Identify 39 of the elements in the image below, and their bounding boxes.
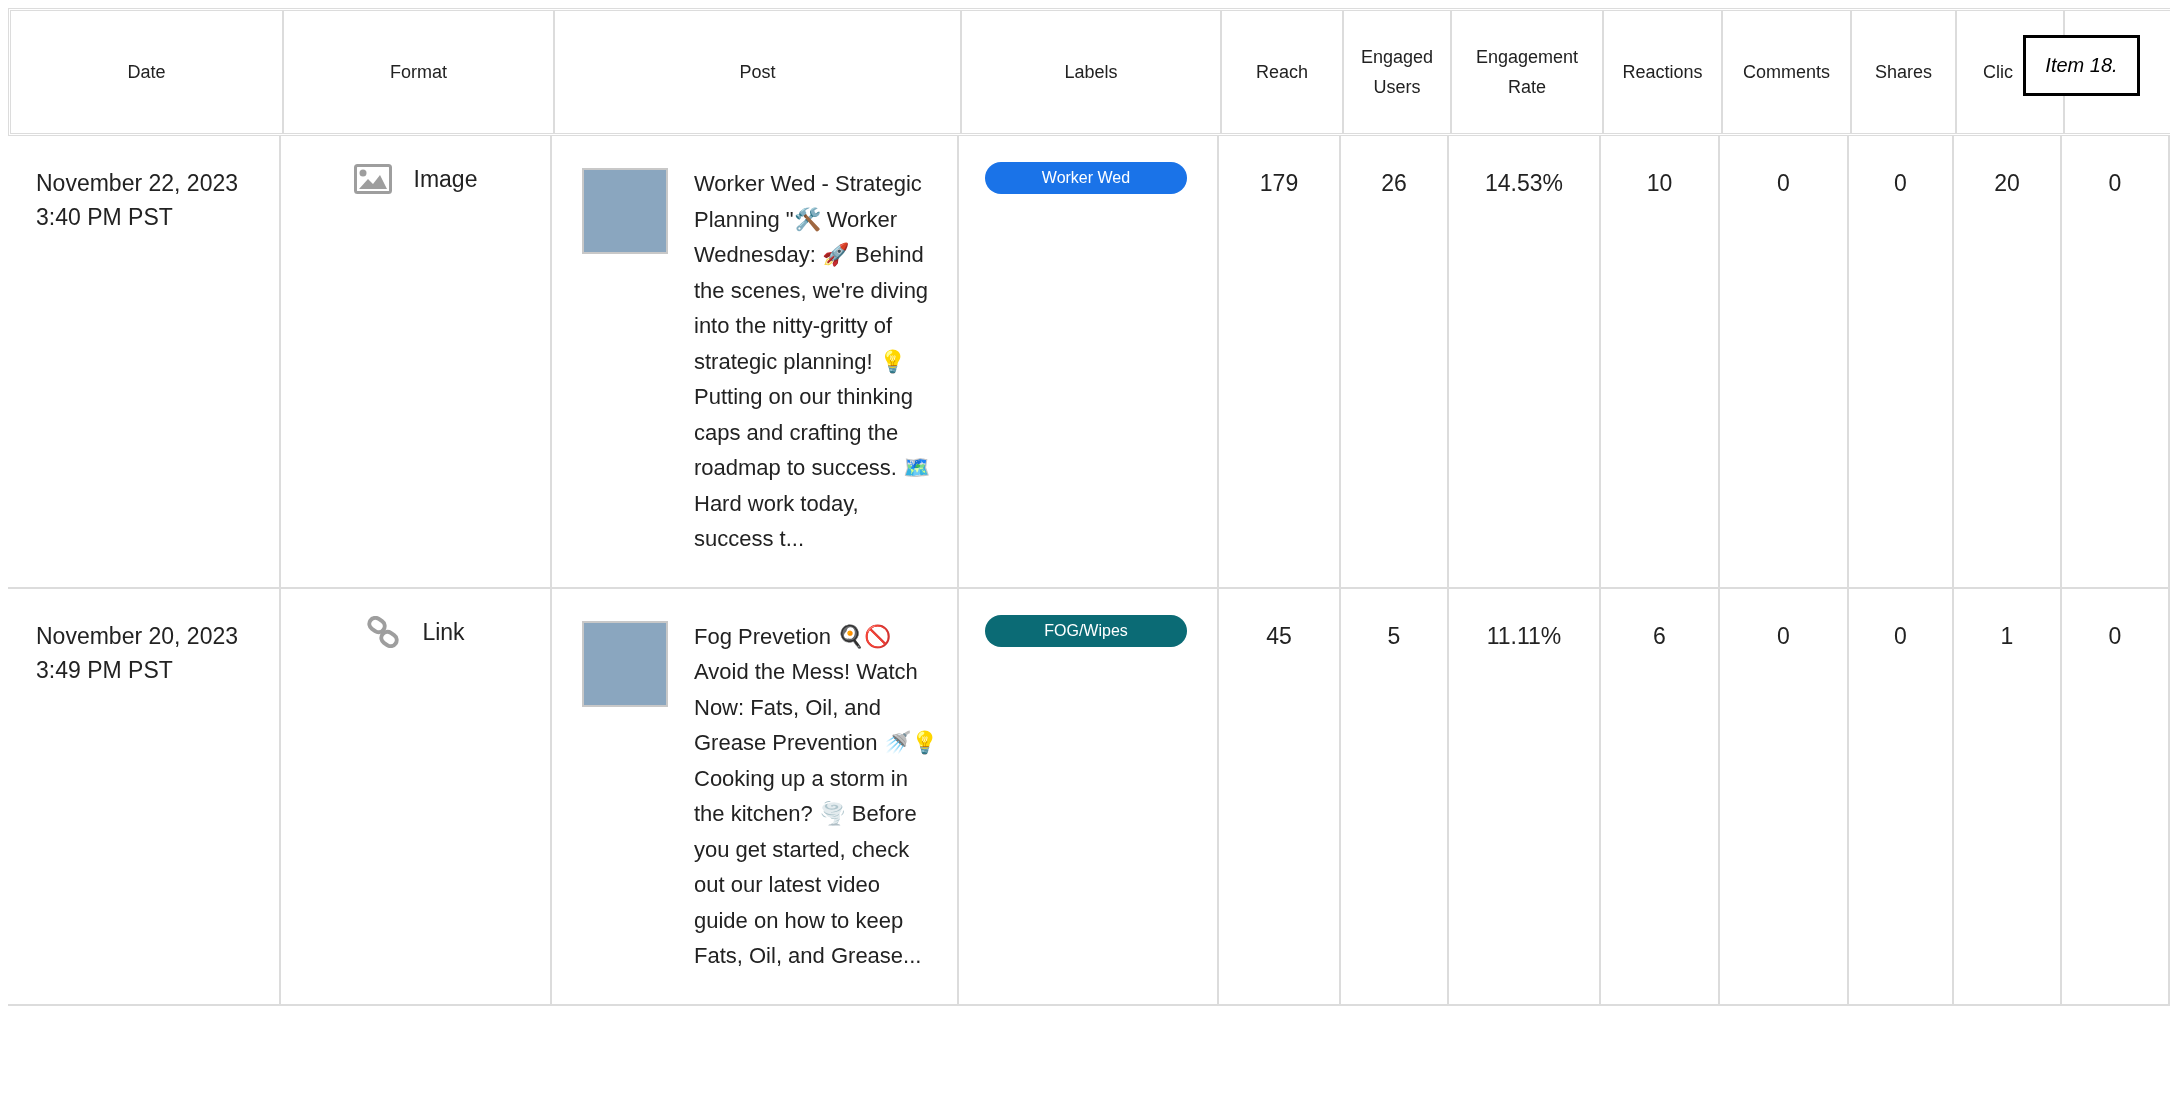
table-cell-text: 0 (1777, 621, 1790, 651)
post-text: Worker Wed - Strategic Planning "🛠 Worker Wednesday: 🚀 Behind the scenes, we're diving into the nitty-gritty of strategic planning! 💡 Putting on our thinking caps and crafting the roadmap to success. 🗺 Hard work today, success t... (694, 170, 932, 553)
column-header: Reactions (1604, 11, 1723, 133)
column-header: Date (11, 11, 284, 133)
table-cell-text: 0 (1894, 621, 1907, 651)
item-label: Item 18. (2023, 35, 2140, 96)
table-cell-text: 26 (1381, 169, 1407, 198)
column-header: Comments (1723, 11, 1852, 133)
column-header: Shares (1852, 11, 1957, 133)
table-cell-text: 11.11% (1486, 621, 1562, 651)
table-cell-text: 20 (1994, 169, 2020, 198)
label-tag: FOG/Wipes (985, 614, 1187, 647)
column-header: Engagement Rate (1452, 11, 1604, 133)
table-cell-text: 14.53% (1485, 169, 1563, 198)
table-cell-text: 0 (1894, 169, 1907, 198)
format-label: Link (422, 617, 465, 647)
post-date: November 20, 2023 (36, 621, 238, 651)
column-header: Labels (962, 11, 1222, 133)
table-cell-text: 0 (2108, 169, 2122, 198)
table-cell-text: 6 (1653, 621, 1666, 651)
post-time: 3:40 PM PST (36, 203, 174, 232)
column-header: Engaged Users (1344, 11, 1452, 133)
table-cell-text: 0 (1777, 169, 1790, 198)
table-cell-text: 5 (1387, 621, 1401, 651)
table-cell-text: 0 (2108, 621, 2122, 651)
format-label: Image (413, 165, 478, 194)
post-text: Fog Prevetion 🍳🚫 Avoid the Mess! Watch Now: Fats, Oil, and Grease Prevention 🚿💡 Cooking up a storm in the kitchen? 🌪 Before you get started, check out our latest video guide on how to keep Fats, Oil, and Grease... (694, 622, 939, 970)
post-date: November 22, 2023 (36, 169, 238, 198)
table-cell-text: 45 (1266, 621, 1292, 651)
label-tag: Worker Wed (985, 162, 1187, 194)
table-cell-text: 179 (1259, 169, 1299, 198)
table-cell-text: 10 (1646, 169, 1673, 198)
post-time: 3:49 PM PST (36, 655, 174, 685)
link-icon (366, 615, 401, 648)
table-cell-text: 1 (2000, 621, 2014, 651)
image-icon (353, 164, 392, 194)
column-header: Post (555, 11, 962, 133)
column-header: Reach (1222, 11, 1344, 133)
column-header: Format (284, 11, 555, 133)
